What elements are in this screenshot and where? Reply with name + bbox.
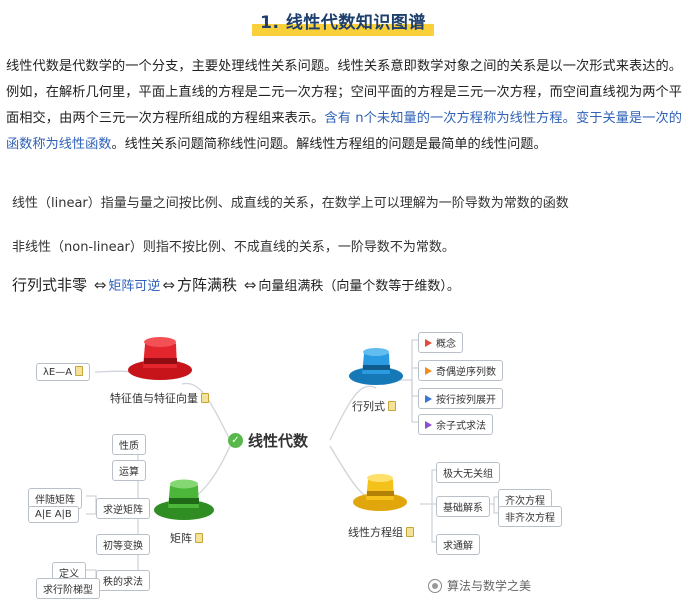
- matrix-item-5: 秩的求法: [96, 570, 150, 591]
- watermark-text: 算法与数学之美: [447, 579, 532, 593]
- det-item-2: 奇偶逆序列数: [418, 360, 503, 381]
- note-icon: [75, 366, 84, 376]
- matrix-item-3: 求逆矩阵: [96, 498, 150, 519]
- eq-item-1: 极大无关组: [436, 462, 500, 483]
- matrix-item-2: 运算: [112, 460, 146, 481]
- hat-green-icon: [154, 479, 214, 520]
- hat-red-icon: [128, 337, 192, 380]
- eigen-leaf-label: λE—A: [43, 367, 73, 378]
- flag-icon: [425, 367, 432, 375]
- page: 1. 线性代数知识图谱 线性代数是代数学的一个分支，主要处理线性关系问题。线性关…: [0, 0, 686, 608]
- matrix-item-4: 初等变换: [96, 534, 150, 555]
- equiv-arrow-2: ⇔: [162, 276, 175, 294]
- determinant-label: 行列式: [352, 398, 396, 414]
- equiv-note: （向量个数等于维数）。: [323, 279, 460, 294]
- equations-label: 线性方程组: [348, 524, 414, 540]
- inverse-child-2: A|E A|B: [28, 506, 79, 523]
- equiv-a: 行列式非零: [12, 276, 88, 294]
- watermark: 算法与数学之美: [428, 577, 531, 594]
- flag-icon: [425, 395, 432, 403]
- equiv-arrow-1: ⇔: [93, 276, 107, 294]
- note-icon: [195, 533, 203, 543]
- branch-equations: [329, 445, 373, 501]
- eq-item-2: 基础解系: [436, 496, 490, 517]
- flag-icon: [425, 421, 432, 429]
- eq-item-3: 求通解: [436, 534, 480, 555]
- linear-definition: 线性（linear）指量与量之间按比例、成直线的关系，在数学上可以理解为一阶导数…: [12, 196, 569, 211]
- equiv-b: 矩阵可逆: [108, 279, 161, 294]
- flag-icon: [425, 339, 432, 347]
- equiv-c: 方阵满秩: [176, 276, 237, 294]
- rank-child-2: 求行阶梯型: [36, 578, 100, 599]
- det-item-1: 概念: [418, 332, 463, 353]
- center-label: 线性代数: [248, 432, 309, 450]
- eigen-leaf-line: [94, 370, 131, 373]
- basis-child-2: 非齐次方程: [498, 506, 562, 527]
- matrix-item-1: 性质: [112, 434, 146, 455]
- mindmap-center: ✓ 线性代数: [228, 430, 308, 451]
- det-item-4: 余子式求法: [418, 414, 493, 435]
- page-title: 1. 线性代数知识图谱: [252, 6, 434, 36]
- check-icon: ✓: [228, 433, 243, 448]
- intro-text-2: 。线性关系问题简称线性问题。解线性方程组的问题是最简单的线性问题。: [111, 137, 547, 152]
- wechat-icon: [428, 578, 442, 593]
- note-icon: [406, 527, 414, 537]
- eigen-label: 特征值与特征向量: [110, 390, 209, 406]
- hat-blue-icon: [349, 348, 403, 385]
- det-item-3: 按行按列展开: [418, 388, 503, 409]
- matrix-label: 矩阵: [170, 530, 203, 546]
- nonlinear-definition: 非线性（non-linear）则指不按比例、不成直线的关系，一阶导数不为常数。: [12, 240, 455, 255]
- mindmap-diagram: [86, 337, 498, 587]
- intro-paragraph: 线性代数是代数学的一个分支，主要处理线性关系问题。线性关系意即数学对象之间的关系…: [6, 54, 682, 158]
- note-icon: [201, 393, 209, 403]
- note-icon: [388, 401, 396, 411]
- equiv-arrow-3: ⇔: [243, 276, 257, 294]
- eigen-leaf: λE—A: [36, 363, 91, 381]
- equivalence-line: 行列式非零 ⇔ 矩阵可逆 ⇔ 方阵满秩 ⇔ 向量组满秩（向量个数等于维数）。: [12, 274, 460, 295]
- equiv-d: 向量组满秩: [258, 279, 324, 294]
